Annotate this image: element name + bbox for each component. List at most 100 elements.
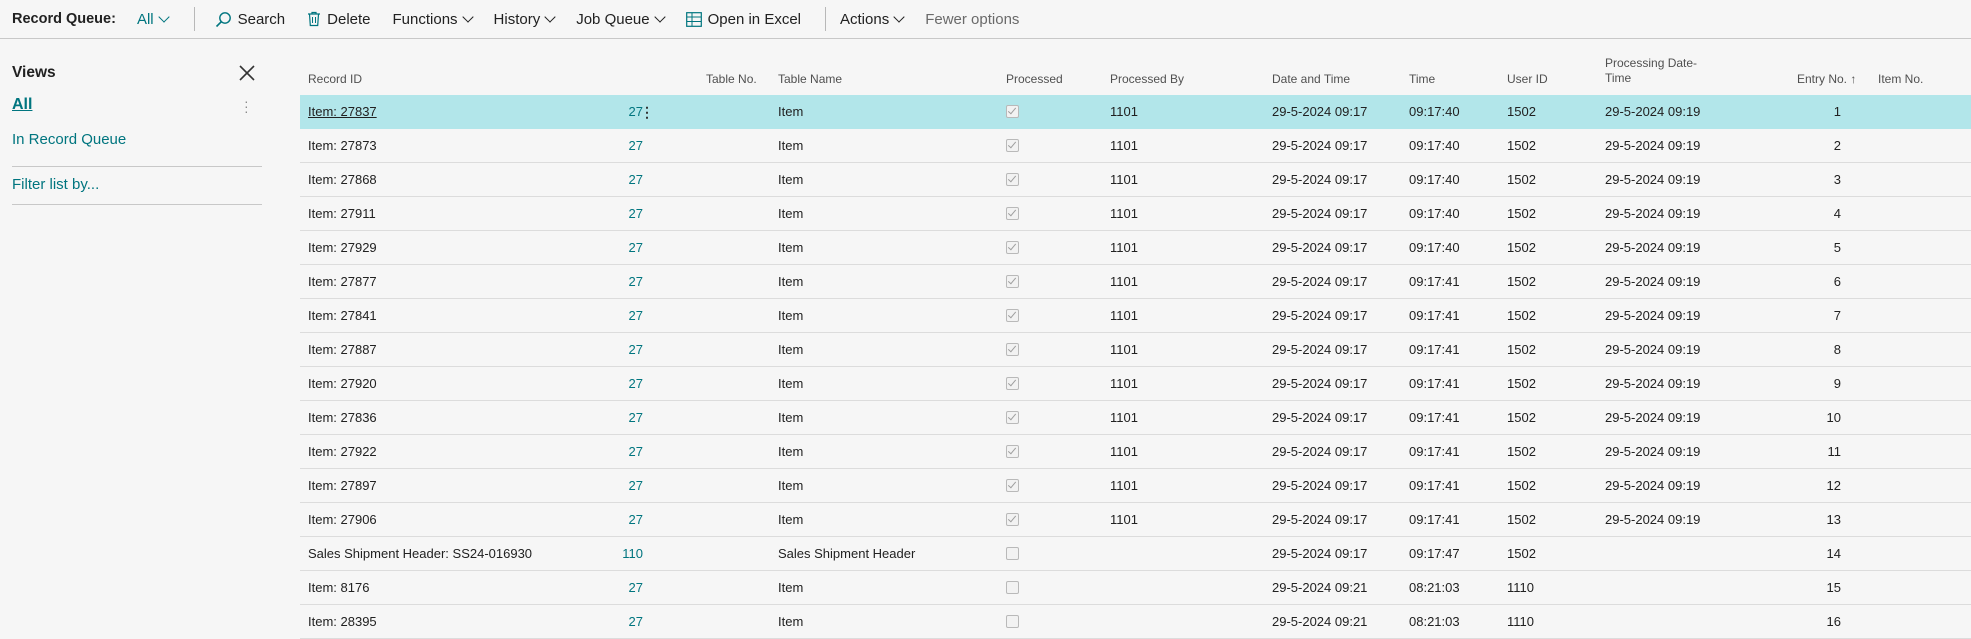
table-row[interactable]: Item: 27868 27 Item 1101 29-5-2024 09:17 09:1… <box>300 163 1971 197</box>
processing-date-time-cell: 29-5-2024 09:19 <box>1605 512 1701 527</box>
table-no-cell[interactable]: 27 <box>629 435 643 469</box>
actions-menu[interactable]: Actions <box>840 11 905 28</box>
record-id-link[interactable]: Item: 27906 <box>308 503 377 537</box>
processed-by-cell: 1101 <box>1110 138 1138 153</box>
table-no-cell[interactable]: 27 <box>629 231 643 265</box>
record-id-link[interactable]: Item: 27929 <box>308 231 377 265</box>
record-id-link[interactable]: Item: 27911 <box>308 197 376 231</box>
table-no-cell[interactable]: 27 <box>629 265 643 299</box>
table-no-cell[interactable]: 27 <box>629 129 643 163</box>
open-in-excel-button[interactable]: Open in Excel <box>685 11 801 28</box>
time-cell: 09:17:41 <box>1409 308 1460 323</box>
processed-by-cell: 1101 <box>1110 410 1138 425</box>
processing-date-time-cell: 29-5-2024 09:19 <box>1605 172 1701 187</box>
table-name-cell: Item <box>778 342 804 357</box>
record-id-link[interactable]: Item: 27836 <box>308 401 377 435</box>
column-header-record-id[interactable]: Record ID <box>308 72 362 87</box>
history-menu[interactable]: History <box>494 11 556 28</box>
table-row[interactable]: Item: 27929 27 Item 1101 29-5-2024 09:17 09:1… <box>300 231 1971 265</box>
column-header-table-name[interactable]: Table Name <box>778 72 842 87</box>
processing-date-time-cell: 29-5-2024 09:19 <box>1605 478 1701 493</box>
user-id-cell: 1502 <box>1507 308 1536 323</box>
delete-label: Delete <box>327 10 371 28</box>
processed-by-cell: 1101 <box>1110 512 1138 527</box>
table-row[interactable]: Item: 27906 27 Item 1101 29-5-2024 09:17 09:1… <box>300 503 1971 537</box>
view-selector[interactable]: All <box>137 11 170 28</box>
entry-no-cell: 4 <box>1833 206 1841 221</box>
column-header-item-no[interactable]: Item No. <box>1878 72 1923 87</box>
view-all[interactable]: All <box>12 96 32 114</box>
table-row[interactable]: Item: 27841 27 Item 1101 29-5-2024 09:17 09:1… <box>300 299 1971 333</box>
record-id-link[interactable]: Item: 27868 <box>308 163 377 197</box>
table-row[interactable]: Item: 27877 27 Item 1101 29-5-2024 09:17 09:1… <box>300 265 1971 299</box>
record-id-link[interactable]: Item: 8176 <box>308 571 369 605</box>
table-no-cell[interactable]: 27 <box>629 401 643 435</box>
record-id-link[interactable]: Item: 27887 <box>308 333 377 367</box>
time-cell: 09:17:41 <box>1409 512 1460 527</box>
column-header-table-no[interactable]: Table No. <box>706 72 757 87</box>
column-header-user-id[interactable]: User ID <box>1507 72 1548 87</box>
delete-button[interactable]: Delete <box>307 10 371 28</box>
fewer-options-button[interactable]: Fewer options <box>925 11 1019 28</box>
table-no-cell[interactable]: 27 <box>629 469 643 503</box>
table-row[interactable]: Item: 27920 27 Item 1101 29-5-2024 09:17 09:1… <box>300 367 1971 401</box>
table-row[interactable]: Item: 27922 27 Item 1101 29-5-2024 09:17 09:1… <box>300 435 1971 469</box>
view-in-record-queue[interactable]: In Record Queue <box>12 131 126 148</box>
filter-list-by-link[interactable]: Filter list by... <box>12 176 99 193</box>
column-header-entry-no[interactable]: Entry No. ↑ <box>1797 72 1856 87</box>
processed-by-cell: 1101 <box>1110 478 1138 493</box>
record-id-link[interactable]: Item: 27873 <box>308 129 377 163</box>
table-row[interactable]: Sales Shipment Header: SS24-016930 110 Sal… <box>300 537 1971 571</box>
column-header-processing-date-time[interactable]: Processing Date- Time <box>1605 56 1697 86</box>
processed-by-cell: 1101 <box>1110 206 1138 221</box>
close-icon[interactable] <box>237 63 257 83</box>
table-no-cell[interactable]: 27 <box>629 95 643 129</box>
date-and-time-cell: 29-5-2024 09:21 <box>1272 580 1368 595</box>
table-row[interactable]: Item: 27911 27 Item 1101 29-5-2024 09:17 09:1… <box>300 197 1971 231</box>
date-and-time-cell: 29-5-2024 09:17 <box>1272 342 1368 357</box>
user-id-cell: 1502 <box>1507 342 1536 357</box>
table-no-cell[interactable]: 27 <box>629 367 643 401</box>
table-row[interactable]: Item: 28395 27 Item 29-5-2024 09:21 08:21:03… <box>300 605 1971 639</box>
record-id-link[interactable]: Item: 27920 <box>308 367 377 401</box>
table-row[interactable]: Item: 8176 27 Item 29-5-2024 09:21 08:21:03 1… <box>300 571 1971 605</box>
processed-checkbox <box>1006 105 1020 119</box>
record-id-link[interactable]: Item: 27877 <box>308 265 377 299</box>
column-header-date-and-time[interactable]: Date and Time <box>1272 72 1350 87</box>
table-name-cell: Item <box>778 478 804 493</box>
table-name-cell: Item <box>778 206 804 221</box>
record-id-link[interactable]: Item: 27837 <box>308 95 377 129</box>
date-and-time-cell: 29-5-2024 09:21 <box>1272 614 1368 629</box>
table-no-cell[interactable]: 27 <box>629 503 643 537</box>
table-row[interactable]: Item: 27836 27 Item 1101 29-5-2024 09:17 09:1… <box>300 401 1971 435</box>
table-no-cell[interactable]: 27 <box>629 571 643 605</box>
more-options-icon[interactable]: · · · <box>244 94 249 118</box>
column-header-entry-no-label: Entry No. <box>1797 72 1848 86</box>
record-id-link[interactable]: Item: 27922 <box>308 435 377 469</box>
table-no-cell[interactable]: 27 <box>629 605 643 639</box>
column-header-time[interactable]: Time <box>1409 72 1435 87</box>
table-row[interactable]: Item: 27897 27 Item 1101 29-5-2024 09:17 09:1… <box>300 469 1971 503</box>
time-cell: 08:21:03 <box>1409 614 1460 629</box>
table-row[interactable]: Item: 27837 ⋮ 27 Item 1101 29-5-2024 09:17 09:… <box>300 95 1971 129</box>
table-no-cell[interactable]: 110 <box>622 537 643 571</box>
record-id-link[interactable]: Item: 27841 <box>308 299 377 333</box>
table-no-cell[interactable]: 27 <box>629 163 643 197</box>
functions-menu[interactable]: Functions <box>393 11 474 28</box>
time-cell: 09:17:41 <box>1409 478 1460 493</box>
search-button[interactable]: Search <box>215 11 285 28</box>
table-no-cell[interactable]: 27 <box>629 299 643 333</box>
record-id-link[interactable]: Sales Shipment Header: SS24-016930 <box>308 537 532 571</box>
table-no-cell[interactable]: 27 <box>629 197 643 231</box>
record-id-link[interactable]: Item: 27897 <box>308 469 377 503</box>
table-no-cell[interactable]: 27 <box>629 333 643 367</box>
table-row[interactable]: Item: 27887 27 Item 1101 29-5-2024 09:17 09:1… <box>300 333 1971 367</box>
checkbox-icon <box>1006 411 1019 424</box>
job-queue-menu[interactable]: Job Queue <box>576 11 666 28</box>
column-header-processed-by[interactable]: Processed By <box>1110 72 1184 87</box>
user-id-cell: 1502 <box>1507 104 1536 119</box>
user-id-cell: 1502 <box>1507 478 1536 493</box>
record-id-link[interactable]: Item: 28395 <box>308 605 377 639</box>
column-header-processed[interactable]: Processed <box>1006 72 1063 87</box>
table-row[interactable]: Item: 27873 27 Item 1101 29-5-2024 09:17 09:1… <box>300 129 1971 163</box>
